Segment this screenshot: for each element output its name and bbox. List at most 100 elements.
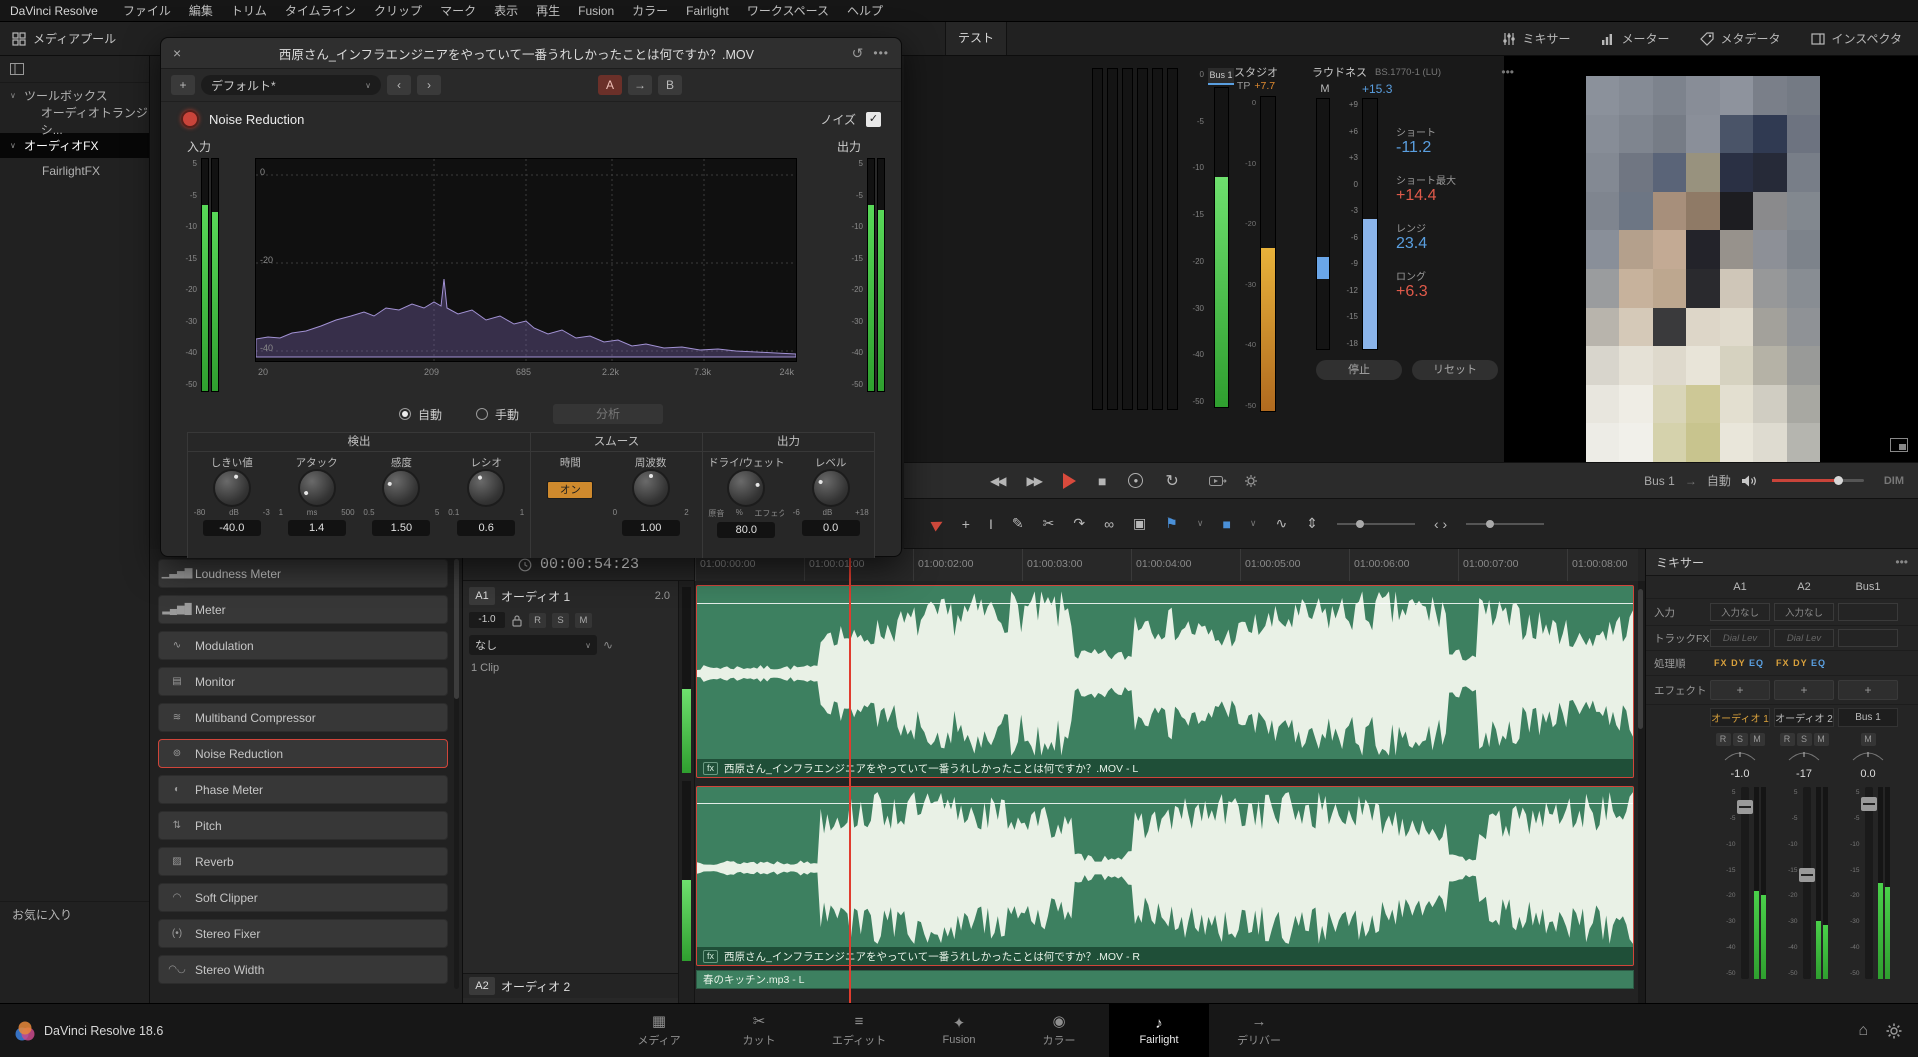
picture-in-picture-icon[interactable] — [1890, 438, 1908, 452]
preset-dropdown[interactable]: デフォルト*∨ — [201, 75, 381, 95]
add-effect-button[interactable]: + — [1710, 680, 1770, 700]
mixer-input-cell[interactable]: 入力なし — [1710, 603, 1770, 621]
processing-order-cell[interactable]: FX DY EQ — [1710, 658, 1768, 668]
link-clips-icon[interactable]: ∞ — [1104, 516, 1114, 532]
menu-item[interactable]: クリップ — [365, 2, 431, 19]
menu-item[interactable]: 再生 — [527, 2, 569, 19]
clip-fx-badge[interactable]: fx — [703, 950, 718, 963]
monitor-volume-slider[interactable] — [1772, 479, 1864, 482]
fader-value[interactable]: 0.0 — [1838, 768, 1898, 780]
processing-order-cell[interactable]: FX DY EQ — [1772, 658, 1830, 668]
marker-caret-icon[interactable]: ∨ — [1250, 518, 1257, 529]
solo-button[interactable]: S — [1797, 733, 1812, 746]
mute-button[interactable]: M — [1861, 733, 1876, 746]
record-arm-button[interactable]: R — [1716, 733, 1731, 746]
panel-layout-icon[interactable] — [10, 63, 24, 75]
timeline-tab[interactable]: テスト — [945, 22, 1007, 55]
manual-mode-radio[interactable]: 手動 — [476, 406, 519, 423]
copy-ab-button[interactable]: → — [628, 75, 652, 95]
media-pool-toggle[interactable]: メディアプール — [12, 30, 116, 47]
pan-control[interactable] — [1838, 750, 1898, 765]
effect-phase-meter[interactable]: ◐ Phase Meter — [158, 775, 448, 804]
track-name[interactable]: オーディオ 1 — [501, 588, 649, 605]
play-button[interactable] — [1063, 473, 1076, 489]
meters-toggle[interactable]: メーター — [1601, 30, 1670, 47]
effect-monitor[interactable]: ▤ Monitor — [158, 667, 448, 696]
inspector-toggle[interactable]: インスペクタ — [1811, 30, 1902, 47]
mixer-toggle[interactable]: ミキサー — [1502, 30, 1571, 47]
mixer-column-header[interactable]: A1 — [1710, 581, 1770, 593]
page-fusion[interactable]: ✦ Fusion — [909, 1004, 1009, 1057]
fader-value[interactable]: -17 — [1774, 768, 1834, 780]
playhead[interactable] — [849, 549, 851, 1003]
nudge-icon[interactable]: ‹ › — [1434, 516, 1447, 532]
add-effect-button[interactable]: + — [1774, 680, 1834, 700]
loudness-options-icon[interactable]: ••• — [1501, 65, 1514, 79]
trackfx-cell[interactable] — [1838, 629, 1898, 647]
marker-icon[interactable]: ■ — [1222, 516, 1230, 532]
trackfx-cell[interactable]: Dial Lev — [1710, 629, 1770, 647]
ratio-knob-value[interactable]: 0.6 — [457, 520, 515, 536]
dry-wet-knob[interactable] — [727, 469, 765, 507]
selection-tool-icon[interactable]: ▶ — [929, 513, 947, 533]
mixer-track-name[interactable]: オーディオ 1 — [1710, 708, 1770, 727]
mixer-input-cell[interactable]: 入力なし — [1774, 603, 1834, 621]
channel-fader[interactable] — [1865, 787, 1873, 979]
flag-icon[interactable]: ⚑ — [1165, 515, 1178, 532]
menu-item[interactable]: 編集 — [180, 2, 222, 19]
page-edit[interactable]: ≡ エディット — [809, 1004, 909, 1057]
effect-stereo-width[interactable]: ◠◡ Stereo Width — [158, 955, 448, 984]
page-media[interactable]: ▦ メディア — [609, 1004, 709, 1057]
zoom-slider[interactable] — [1337, 523, 1415, 525]
speaker-icon[interactable] — [1741, 474, 1758, 488]
plugin-bypass-toggle[interactable] — [181, 110, 199, 128]
effect-reverb[interactable]: ▨ Reverb — [158, 847, 448, 876]
time-smoothing-toggle[interactable]: オン — [547, 481, 593, 499]
analyze-button[interactable]: 分析 — [553, 404, 663, 424]
track-header-a1[interactable]: A1 オーディオ 1 2.0 -1.0 R S M なし∨ ∿ 1 Clip A… — [463, 581, 679, 1003]
effect-multiband-compressor[interactable]: ≋ Multiband Compressor — [158, 703, 448, 732]
flag-caret-icon[interactable]: ∨ — [1197, 518, 1204, 529]
level-knob[interactable] — [812, 469, 850, 507]
dim-button[interactable]: DIM — [1884, 475, 1904, 487]
track-name[interactable]: オーディオ 2 — [501, 978, 672, 995]
reset-icon[interactable]: ↺ — [852, 45, 864, 62]
monitor-bus-label[interactable]: Bus 1 — [1644, 474, 1675, 488]
effect-loudness-meter[interactable]: ▁▃▅▇ Loudness Meter — [158, 559, 448, 588]
loudness-stop-button[interactable]: 停止 — [1316, 360, 1402, 380]
track-header-a2[interactable]: A2 オーディオ 2 — [463, 973, 678, 998]
stop-button[interactable]: ■ — [1098, 473, 1106, 489]
auto-scroll-icon[interactable] — [1209, 474, 1227, 488]
scissors-tool-icon[interactable]: ✂ — [1043, 515, 1055, 532]
lock-icon[interactable] — [511, 614, 523, 627]
mixer-column-header[interactable]: Bus1 — [1838, 581, 1898, 593]
favorites-section[interactable]: お気に入り — [0, 901, 149, 927]
range-selection-icon[interactable]: + — [962, 516, 970, 532]
level-knob-value[interactable]: 0.0 — [802, 520, 860, 536]
page-fairlight[interactable]: ♪ Fairlight — [1109, 1004, 1209, 1057]
threshold-knob-value[interactable]: -40.0 — [203, 520, 261, 536]
metadata-toggle[interactable]: メタデータ — [1700, 30, 1781, 47]
effect-noise-reduction[interactable]: ⊚ Noise Reduction — [158, 739, 448, 768]
settings-gear-icon[interactable] — [1886, 1023, 1902, 1039]
effects-scrollbar[interactable] — [454, 559, 459, 989]
sensitivity-knob[interactable] — [382, 469, 420, 507]
sidebar-item-audio-transitions[interactable]: オーディオトランジシ... — [0, 108, 149, 133]
fast-forward-button[interactable]: ▶▶ — [1026, 474, 1040, 488]
menu-item[interactable]: トリム — [222, 2, 276, 19]
image-icon[interactable]: ▣ — [1133, 515, 1146, 532]
compare-a-button[interactable]: A — [598, 75, 622, 95]
track-height-slider[interactable] — [1466, 523, 1544, 525]
next-preset-button[interactable]: › — [417, 75, 441, 95]
menu-item[interactable]: ファイル — [114, 2, 180, 19]
audio-clip-right[interactable]: fx 西原さん_インフラエンジニアをやっていて一番うれしかったことは何ですか？.… — [696, 786, 1634, 966]
effect-stereo-fixer[interactable]: (•) Stereo Fixer — [158, 919, 448, 948]
eq-curve-icon[interactable]: ∿ — [603, 638, 613, 652]
monitor-mode-label[interactable]: 自動 — [1707, 472, 1731, 489]
processing-order-cell[interactable] — [1834, 658, 1892, 668]
fade-tool-icon[interactable]: ↷ — [1073, 515, 1085, 532]
mixer-input-cell[interactable] — [1838, 603, 1898, 621]
effect-modulation[interactable]: ∿ Modulation — [158, 631, 448, 660]
project-home-icon[interactable]: ⌂ — [1858, 1022, 1868, 1040]
noise-checkbox[interactable]: ✓ — [866, 112, 881, 127]
